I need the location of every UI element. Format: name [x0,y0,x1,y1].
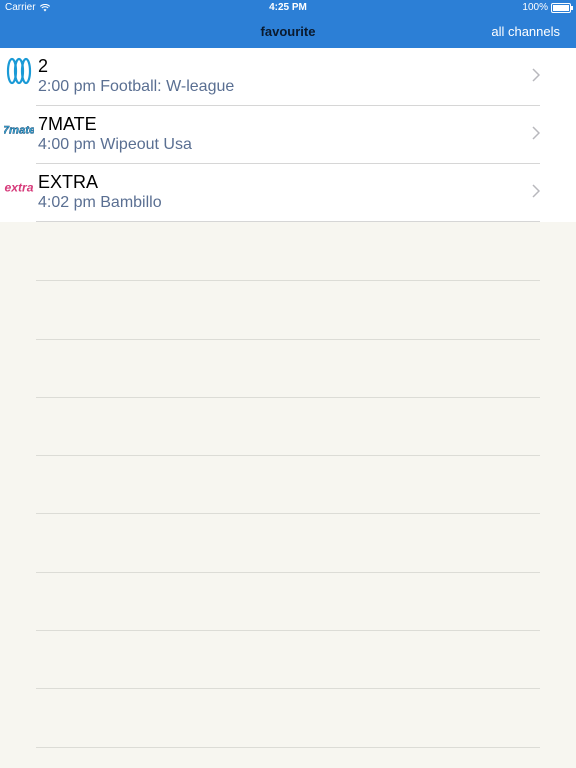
svg-text:7mate: 7mate [4,125,34,137]
abc-logo-icon [4,56,34,86]
list-item[interactable]: 7mate 7MATE 4:00 pm Wipeout Usa [0,106,576,164]
empty-row [0,514,576,573]
chevron-right-icon [532,68,540,82]
extra-logo-icon: extra [4,172,34,202]
empty-row [0,689,576,748]
list-item[interactable]: extra EXTRA 4:02 pm Bambillo [0,164,576,222]
row-separator [36,221,540,222]
page-title: favourite [260,24,316,39]
empty-row [0,223,576,282]
list-item[interactable]: 2 2:00 pm Football: W-league [0,48,576,106]
channel-name: 7MATE [38,114,97,134]
empty-row [0,398,576,457]
row-separator [36,746,540,748]
channel-name: 2 [38,56,49,76]
chevron-right-icon [532,184,540,198]
status-time: 4:25 PM [269,2,307,13]
channel-program: 2:00 pm Football: W-league [38,78,235,95]
empty-row [0,281,576,340]
battery-icon [551,2,573,13]
favourite-channel-list: 2 2:00 pm Football: W-league 7mate 7MATE… [0,48,576,222]
chevron-right-icon [532,126,540,140]
empty-row [0,340,576,398]
channel-program: 4:00 pm Wipeout Usa [38,136,192,153]
battery-percent: 100% [522,2,548,13]
channel-program: 4:02 pm Bambillo [38,194,162,211]
all-channels-button[interactable]: all channels [491,24,560,39]
channel-name: EXTRA [38,172,99,192]
svg-text:extra: extra [4,181,33,195]
empty-row [0,456,576,515]
navigation-bar: favourite all channels [0,16,576,48]
status-bar: Carrier 4:25 PM 100% [0,0,576,16]
battery-indicator: 100% [522,2,573,13]
empty-row [0,573,576,632]
empty-row [0,631,576,690]
empty-list-area [0,223,576,748]
7mate-logo-icon: 7mate [4,114,34,144]
